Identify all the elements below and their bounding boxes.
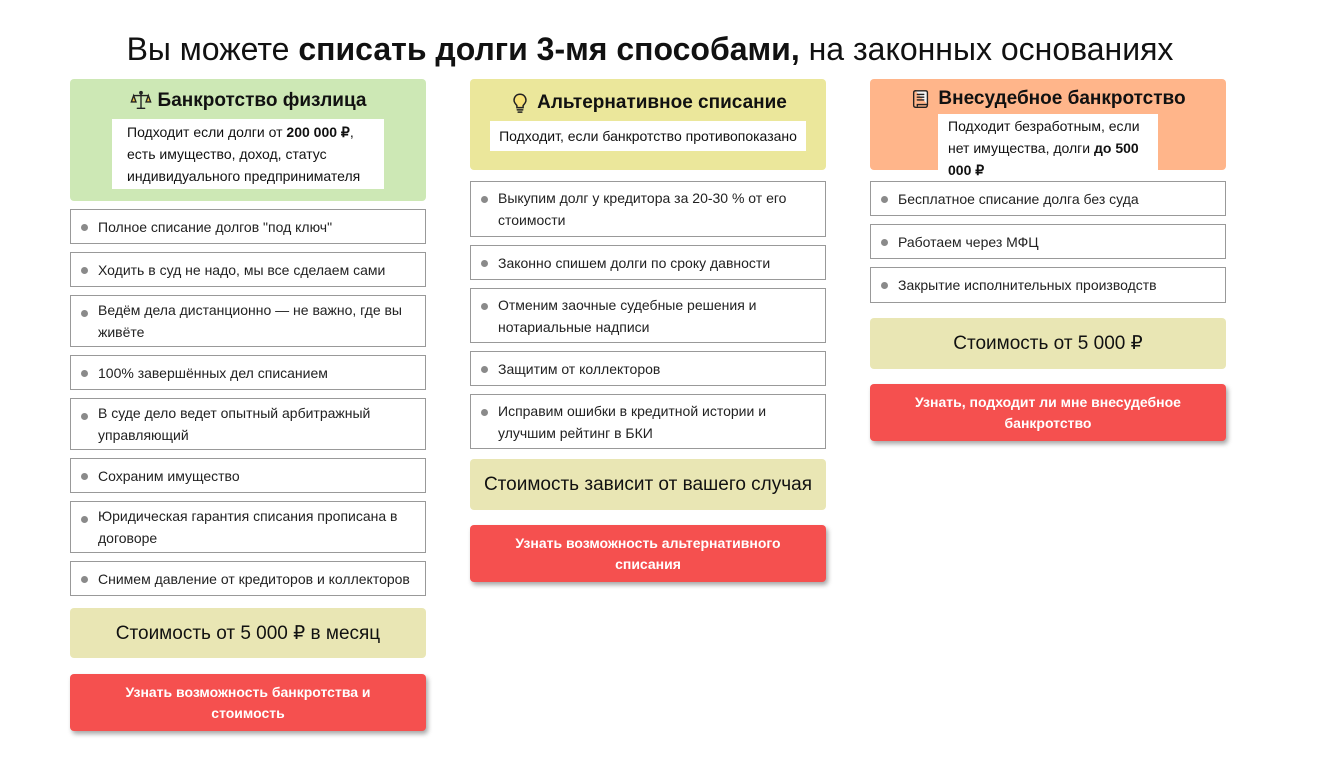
title-prefix: Вы можете xyxy=(126,31,299,68)
price-box: Стоимость от 5 000 ₽ xyxy=(870,318,1226,369)
list-item: Законно спишем долги по сроку давности xyxy=(470,245,826,280)
list-item: Бесплатное списание долга без суда xyxy=(870,181,1226,216)
feature-list: Полное списание долгов "под ключ" Ходить… xyxy=(70,209,426,596)
list-item: Выкупим долг у кредитора за 20-30 % от е… xyxy=(470,181,826,237)
learn-bankruptcy-button[interactable]: Узнать возможность банкротства и стоимос… xyxy=(70,674,426,731)
learn-extrajudicial-button[interactable]: Узнать, подходит ли мне внесудебное банк… xyxy=(870,384,1226,441)
column-subtitle: Подходит если долги от 200 000 ₽, есть и… xyxy=(112,119,384,189)
learn-alternative-button[interactable]: Узнать возможность альтернативного списа… xyxy=(470,525,826,582)
list-item: Исправим ошибки в кредитной истории и ул… xyxy=(470,394,826,449)
column-title: Банкротство физлица xyxy=(157,90,367,111)
list-item: Ведём дела дистанционно — не важно, где … xyxy=(70,295,426,347)
lightbulb-icon xyxy=(509,92,531,114)
list-item: Сохраним имущество xyxy=(70,458,426,493)
list-item: Ходить в суд не надо, мы все сделаем сам… xyxy=(70,252,426,287)
list-item: 100% завершённых дел списанием xyxy=(70,355,426,390)
price-box: Стоимость зависит от вашего случая xyxy=(470,459,826,510)
column-extrajudicial: Внесудебное банкротство Подходит безрабо… xyxy=(870,79,1226,441)
title-bold: списать долги 3-мя способами, xyxy=(298,31,800,68)
column-title: Внесудебное банкротство xyxy=(938,88,1186,109)
column-alternative: Альтернативное списание Подходит, если б… xyxy=(470,79,826,582)
list-item: Закрытие исполнительных производств xyxy=(870,267,1226,303)
list-item: Защитим от коллекторов xyxy=(470,351,826,386)
title-suffix: на законных основаниях xyxy=(799,31,1174,68)
list-item: Снимем давление от кредиторов и коллекто… xyxy=(70,561,426,596)
list-item: Работаем через МФЦ xyxy=(870,224,1226,259)
column-header: Внесудебное банкротство Подходит безрабо… xyxy=(870,79,1226,182)
page-title: Вы можете списать долги 3-мя способами, … xyxy=(0,31,1300,67)
column-title: Альтернативное списание xyxy=(537,92,787,113)
list-item: В суде дело ведет опытный арбитражный уп… xyxy=(70,398,426,450)
scroll-icon xyxy=(910,88,932,110)
column-subtitle: Подходит безработным, если нет имущества… xyxy=(938,114,1158,182)
column-header: Банкротство физлица Подходит если долги … xyxy=(70,79,426,201)
column-header: Альтернативное списание Подходит, если б… xyxy=(470,79,826,170)
column-subtitle: Подходит, если банкротство противопоказа… xyxy=(490,121,806,151)
scales-icon xyxy=(129,90,152,112)
feature-list: Выкупим долг у кредитора за 20-30 % от е… xyxy=(470,181,826,449)
column-bankruptcy: Банкротство физлица Подходит если долги … xyxy=(70,79,426,731)
list-item: Отменим заочные судебные решения и нотар… xyxy=(470,288,826,343)
price-box: Стоимость от 5 000 ₽ в месяц xyxy=(70,608,426,658)
list-item: Юридическая гарантия списания прописана … xyxy=(70,501,426,553)
list-item: Полное списание долгов "под ключ" xyxy=(70,209,426,244)
feature-list: Бесплатное списание долга без суда Работ… xyxy=(870,181,1226,303)
